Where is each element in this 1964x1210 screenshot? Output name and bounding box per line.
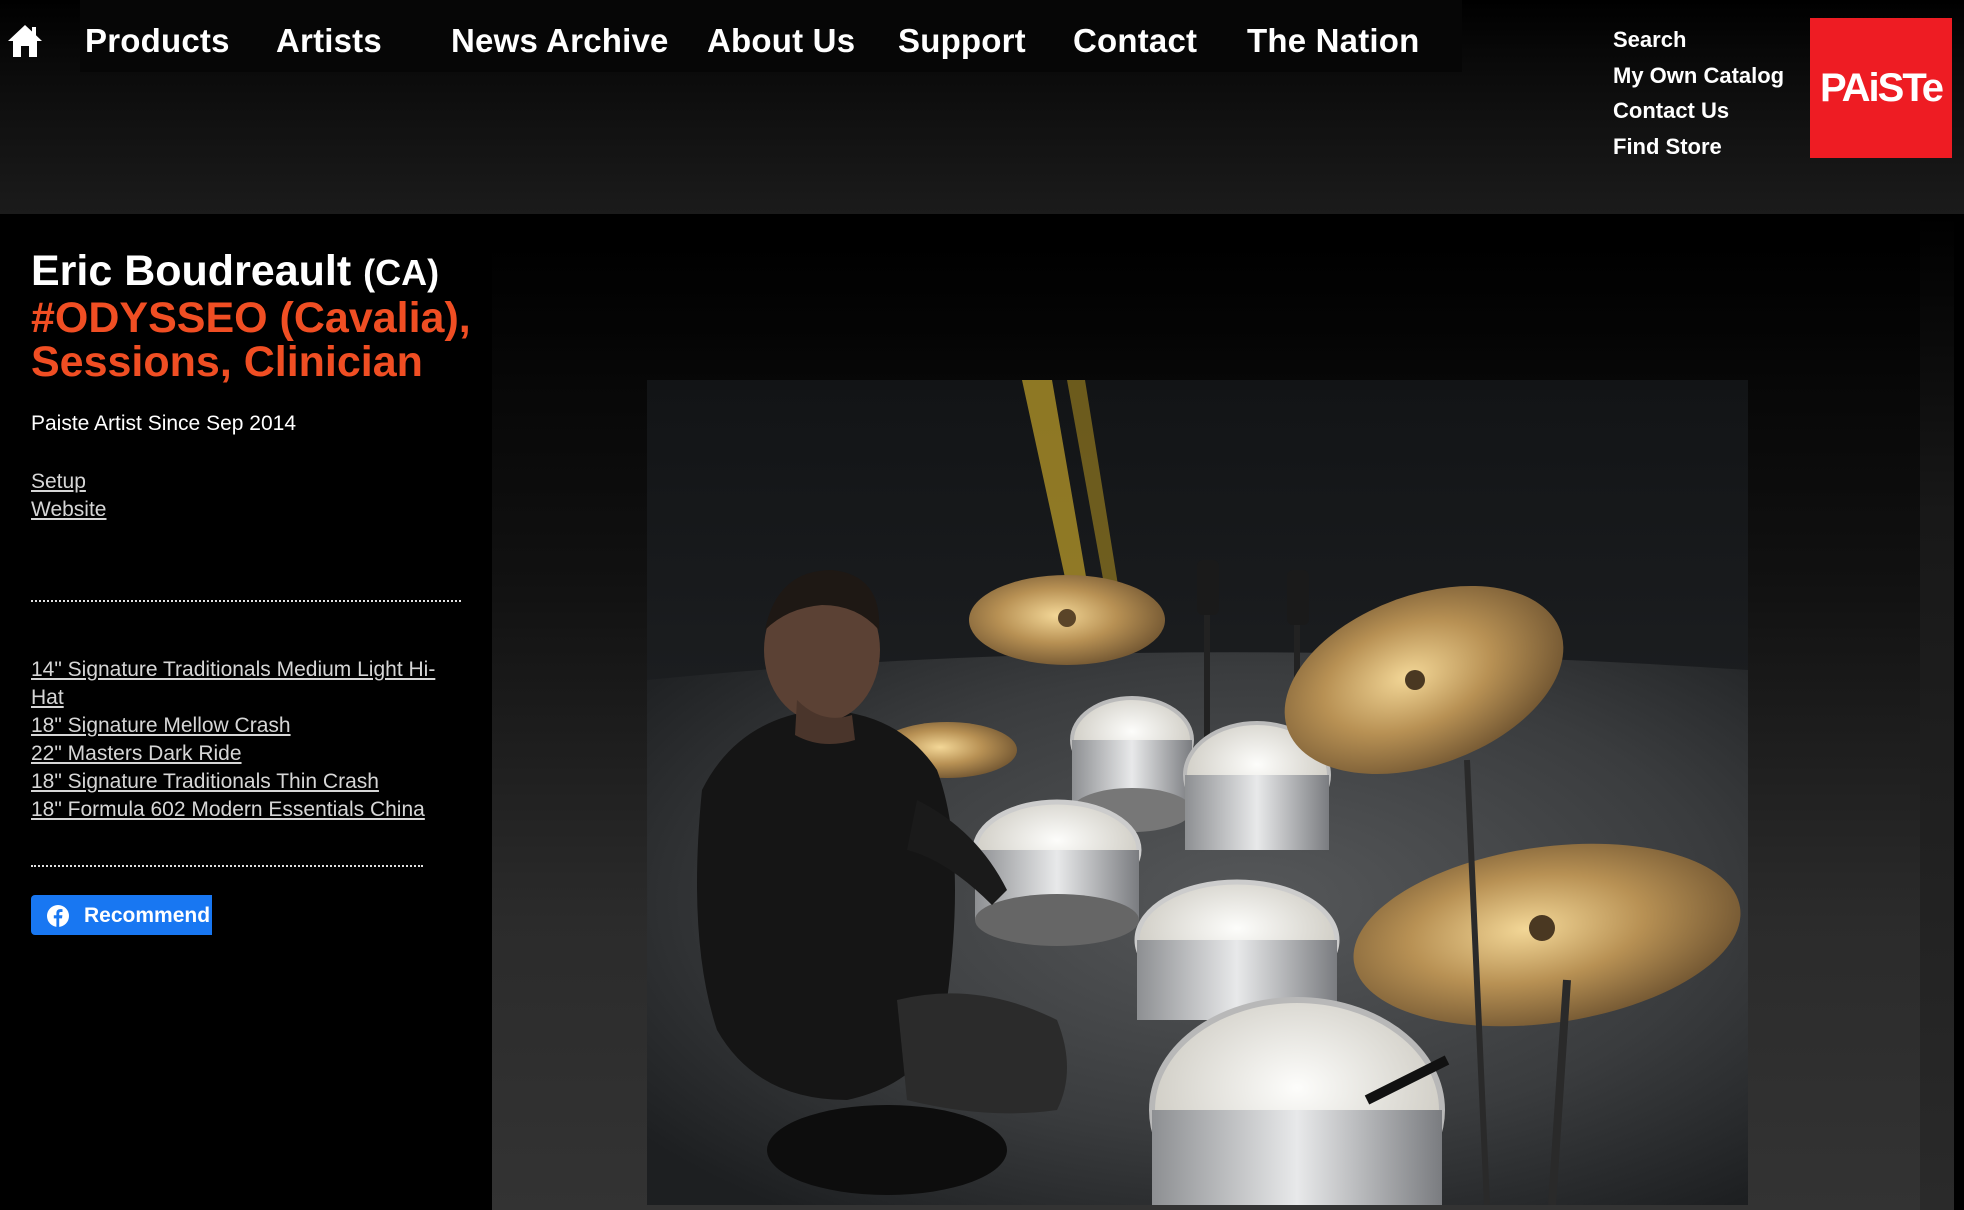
- cymbal-list: 14" Signature Traditionals Medium Light …: [31, 656, 461, 824]
- paiste-logo[interactable]: PAiSTe: [1810, 18, 1952, 158]
- search-link[interactable]: Search: [1613, 22, 1784, 58]
- page-edge: [1920, 214, 1954, 1210]
- nav-news-archive[interactable]: News Archive: [451, 22, 669, 60]
- setup-link[interactable]: Setup: [31, 468, 471, 496]
- artist-name: Eric Boudreault: [31, 247, 352, 295]
- artist-role: #ODYSSEO (Cavalia), Sessions, Clinician: [31, 294, 471, 386]
- divider: [31, 600, 461, 602]
- cymbal-link[interactable]: 18" Formula 602 Modern Essentials China: [31, 796, 461, 824]
- my-catalog-link[interactable]: My Own Catalog: [1613, 58, 1784, 94]
- divider: [31, 865, 423, 867]
- facebook-icon: [47, 905, 69, 927]
- cymbal-link[interactable]: 18" Signature Traditionals Thin Crash: [31, 768, 461, 796]
- facebook-recommend-button[interactable]: Recommend: [31, 895, 212, 935]
- utility-links: Search My Own Catalog Contact Us Find St…: [1613, 22, 1784, 164]
- nav-the-nation[interactable]: The Nation: [1247, 22, 1420, 60]
- cymbal-link[interactable]: 22" Masters Dark Ride: [31, 740, 461, 768]
- site-header: Products Artists News Archive About Us S…: [0, 0, 1964, 214]
- cymbal-link[interactable]: 14" Signature Traditionals Medium Light …: [31, 656, 461, 712]
- nav-artists[interactable]: Artists: [276, 22, 382, 60]
- find-store-link[interactable]: Find Store: [1613, 129, 1784, 165]
- home-icon[interactable]: [6, 22, 44, 60]
- artist-since: Paiste Artist Since Sep 2014: [31, 412, 296, 435]
- nav-support[interactable]: Support: [898, 22, 1026, 60]
- website-link[interactable]: Website: [31, 496, 471, 524]
- nav-products[interactable]: Products: [85, 22, 230, 60]
- artist-links: Setup Website: [31, 468, 471, 524]
- logo-text: PAiSTe: [1820, 66, 1943, 110]
- nav-about-us[interactable]: About Us: [707, 22, 855, 60]
- artist-country: (CA): [363, 252, 440, 293]
- artist-photo: [647, 380, 1748, 1205]
- cymbal-link[interactable]: 18" Signature Mellow Crash: [31, 712, 461, 740]
- contact-us-link[interactable]: Contact Us: [1613, 93, 1784, 129]
- drummer-photo: [647, 380, 1748, 1205]
- artist-heading: Eric Boudreault (CA): [31, 248, 471, 296]
- nav-contact[interactable]: Contact: [1073, 22, 1197, 60]
- facebook-recommend-label: Recommend: [84, 904, 211, 927]
- artist-sidebar: Eric Boudreault (CA) #ODYSSEO (Cavalia),…: [31, 248, 471, 524]
